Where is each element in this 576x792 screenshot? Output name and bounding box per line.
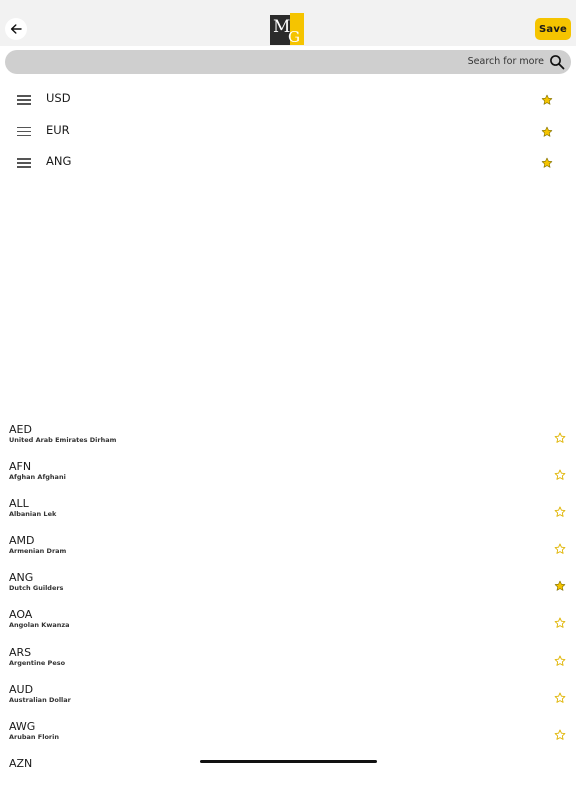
search-icon[interactable]: [549, 54, 565, 70]
currency-code: ANG: [9, 571, 34, 585]
currency-name: Argentine Peso: [9, 658, 66, 667]
mg-logo-icon: M G: [270, 13, 304, 45]
currency-row[interactable]: AFN Afghan Afghani: [0, 458, 576, 495]
favorites-list: USD EUR ANG: [0, 85, 576, 180]
currency-list: AED United Arab Emirates Dirham AFN Afgh…: [0, 421, 576, 792]
home-indicator[interactable]: [200, 760, 377, 763]
currency-name: Angolan Kwanza: [9, 621, 70, 630]
currency-row[interactable]: AWG Aruban Florin: [0, 718, 576, 755]
favorite-code: ANG: [46, 154, 72, 168]
currency-row[interactable]: AOA Angolan Kwanza: [0, 606, 576, 643]
favorite-row[interactable]: EUR: [0, 117, 576, 149]
currency-code: ARS: [9, 645, 32, 659]
currency-name: Armenian Dram: [9, 547, 67, 556]
favorite-row[interactable]: ANG: [0, 148, 576, 180]
currency-name: Afghan Afghani: [9, 473, 66, 482]
currency-code: AUD: [9, 682, 34, 696]
currency-row[interactable]: AMD Armenian Dram: [0, 532, 576, 569]
favorite-code: USD: [46, 91, 71, 105]
currency-code: AOA: [9, 608, 33, 622]
currency-code: ALL: [9, 497, 29, 511]
star-filled-icon[interactable]: [541, 126, 553, 138]
star-outline-icon[interactable]: [554, 432, 566, 444]
header-bar: M G Save: [0, 0, 576, 46]
back-button[interactable]: [5, 18, 27, 40]
currency-row[interactable]: ARS Argentine Peso: [0, 644, 576, 681]
star-outline-icon[interactable]: [554, 655, 566, 667]
currency-row[interactable]: AUD Australian Dollar: [0, 681, 576, 718]
star-filled-icon[interactable]: [541, 94, 553, 106]
currency-name: Australian Dollar: [9, 695, 71, 704]
search-bar[interactable]: Search for more: [5, 50, 571, 74]
svg-text:G: G: [288, 28, 300, 45]
currency-name: Dutch Guilders: [9, 584, 64, 593]
currency-row[interactable]: ANG Dutch Guilders: [0, 569, 576, 606]
currency-name: United Arab Emirates Dirham: [9, 436, 117, 444]
star-outline-icon[interactable]: [554, 469, 566, 481]
currency-code: AED: [9, 423, 32, 436]
drag-handle-icon[interactable]: [17, 95, 31, 105]
favorite-row[interactable]: USD: [0, 85, 576, 117]
star-outline-icon[interactable]: [554, 506, 566, 518]
currency-name: Albanian Lek: [9, 510, 57, 519]
currency-code: AMD: [9, 534, 35, 548]
currency-name: Aruban Florin: [9, 732, 59, 741]
drag-handle-icon[interactable]: [17, 158, 31, 168]
currency-row[interactable]: AED United Arab Emirates Dirham: [0, 421, 576, 458]
favorite-code: EUR: [46, 122, 70, 137]
star-filled-icon[interactable]: [541, 157, 553, 169]
search-placeholder: Search for more: [467, 56, 544, 67]
save-button[interactable]: Save: [535, 18, 571, 40]
currency-code: AWG: [9, 719, 36, 733]
arrow-left-icon: [10, 24, 22, 34]
star-outline-icon[interactable]: [554, 729, 566, 741]
star-filled-icon[interactable]: [554, 580, 566, 592]
currency-code: AFN: [9, 460, 32, 474]
star-outline-icon[interactable]: [554, 692, 566, 704]
star-outline-icon[interactable]: [554, 543, 566, 555]
star-outline-icon[interactable]: [554, 617, 566, 629]
drag-handle-icon[interactable]: [17, 126, 31, 137]
currency-row[interactable]: ALL Albanian Lek: [0, 495, 576, 532]
